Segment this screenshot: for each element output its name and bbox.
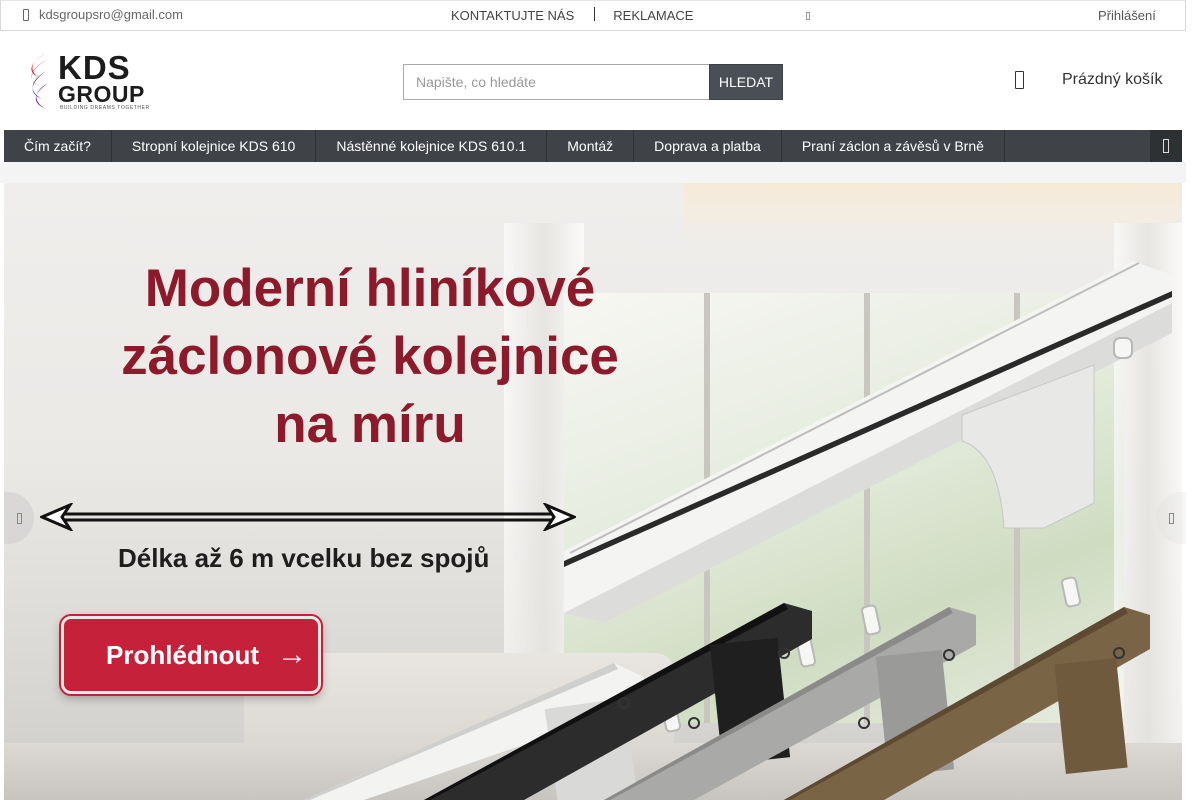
hero-headline-line-1: Moderní hliníkové [144,259,596,318]
cart-icon [1015,71,1024,89]
menu-icon [1163,139,1169,153]
nav-item-installation[interactable]: Montáž [547,130,635,162]
search-input[interactable] [403,64,709,100]
main-nav: Čím začít? Stropní kolejnice KDS 610 Nás… [4,130,1182,162]
hero-headline-line-2: záclonové kolejnice [121,327,619,386]
nav-menu-button[interactable] [1150,130,1182,162]
nav-item-wall-rails[interactable]: Nástěnné kolejnice KDS 610.1 [316,130,548,162]
chevron-right-icon [1168,512,1174,524]
social-icon[interactable] [806,12,810,20]
logo-sub: GROUP [58,81,145,107]
nav-spacer [0,162,1186,183]
contact-email-text: kdsgroupsro@gmail.com [39,7,183,22]
chevron-left-icon [16,512,22,524]
top-bar: kdsgroupsro@gmail.com KONTAKTUJTE NÁS RE… [0,0,1186,31]
site-header: KDS GROUP BUILDING DREAMS TOGETHER HLEDA… [0,31,1186,130]
logo-mark-icon [31,53,48,109]
login-link[interactable]: Přihlášení [1098,8,1156,23]
site-logo[interactable]: KDS GROUP BUILDING DREAMS TOGETHER [24,49,150,113]
arrow-right-icon: → [277,638,308,671]
nav-item-ceiling-rails[interactable]: Stropní kolejnice KDS 610 [112,130,317,162]
cart-label: Prázdný košík [1062,71,1163,88]
top-links: KONTAKTUJTE NÁS REKLAMACE [451,6,693,23]
hero-subline: Délka až 6 m vcelku bez spojů [118,543,490,573]
nav-item-washing[interactable]: Praní záclon a závěsů v Brně [782,130,1005,162]
nav-item-shipping[interactable]: Doprava a platba [634,130,782,162]
top-link-separator [594,6,596,21]
browse-button-label: Prohlédnout [106,639,260,670]
cart[interactable]: Prázdný košík [1015,71,1162,89]
search-button[interactable]: HLEDAT [709,64,783,100]
logo-tagline: BUILDING DREAMS TOGETHER [60,105,150,111]
top-link-complaints[interactable]: REKLAMACE [613,8,693,23]
hero-banner[interactable]: Moderní hliníkové záclonové kolejnice na… [4,183,1182,800]
nav-item-start[interactable]: Čím začít? [4,130,112,162]
hero-headline-line-3: na míru [274,395,466,454]
length-arrow-icon [40,503,576,531]
browse-button[interactable]: Prohlédnout → [61,616,321,694]
contact-email[interactable]: kdsgroupsro@gmail.com [23,7,183,22]
top-link-contact[interactable]: KONTAKTUJTE NÁS [451,8,574,23]
search-bar: HLEDAT [403,64,783,100]
mail-icon [23,8,29,21]
